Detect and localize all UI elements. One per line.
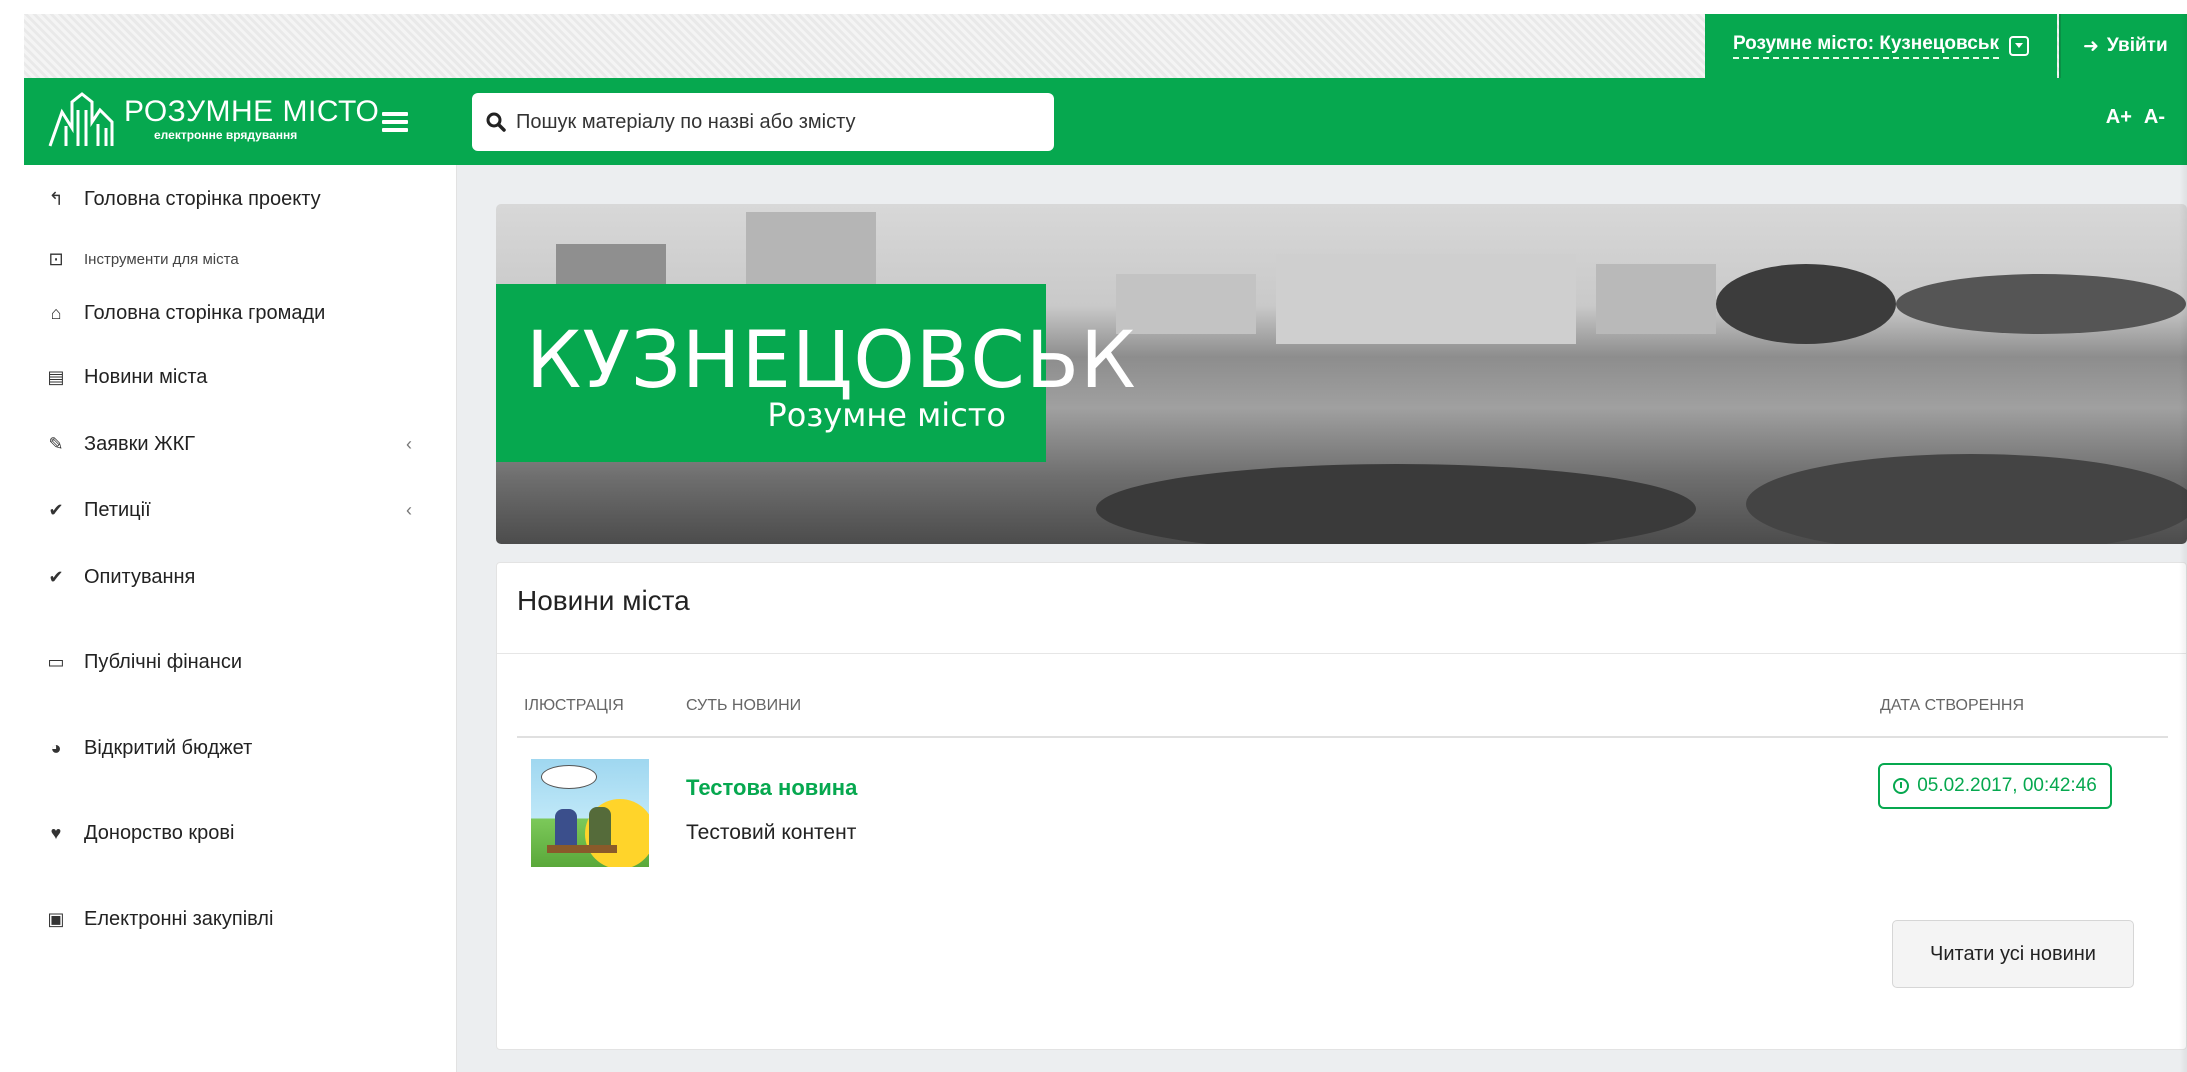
chevron-left-icon: ‹ <box>406 499 412 520</box>
clock-icon <box>1893 778 1910 794</box>
sidebar-item-label: Заявки ЖКГ <box>84 432 196 455</box>
news-thumbnail[interactable] <box>531 759 649 867</box>
news-card-title: Новини міста <box>517 585 690 616</box>
sidebar-item-open-budget[interactable]: ◕ Відкритий бюджет <box>24 718 457 778</box>
search-icon <box>486 112 506 132</box>
newspaper-icon: ▤ <box>47 366 65 387</box>
sidebar: ↰ Головна сторінка проекту ⊡ Інструменти… <box>24 165 457 1072</box>
banner-title-plate: КУЗНЕЦОВСЬК Розумне місто <box>496 284 1136 462</box>
banner-trees <box>1896 274 2186 334</box>
sidebar-item-community-home[interactable]: ⌂ Головна сторінка громади <box>24 283 457 343</box>
sidebar-item-label: Донорство крові <box>84 821 235 844</box>
sidebar-item-label: Петиції <box>84 498 151 521</box>
check-icon: ✔ <box>48 499 64 520</box>
banner-trees <box>1746 454 2187 544</box>
divider <box>497 653 2186 654</box>
sidebar-item-city-news[interactable]: ▤ Новини міста <box>24 347 457 407</box>
caret-square-down-icon <box>2009 36 2030 56</box>
thumbnail-speech-bubble <box>541 765 597 789</box>
sign-in-icon: ➜ <box>2083 35 2099 57</box>
sidebar-item-label: Відкритий бюджет <box>84 736 253 759</box>
check-icon: ✔ <box>48 566 64 587</box>
wrench-icon: ✎ <box>48 433 64 454</box>
home-icon: ⌂ <box>50 302 62 323</box>
sidebar-item-label: Електронні закупівлі <box>84 907 274 930</box>
menu-toggle-icon[interactable] <box>382 112 408 132</box>
sidebar-item-city-tools[interactable]: ⊡ Інструменти для міста <box>24 229 457 289</box>
sidebar-item-label: Інструменти для міста <box>84 250 239 268</box>
news-card: Новини міста ІЛЮСТРАЦІЯ СУТЬ НОВИНИ ДАТА… <box>496 562 2187 1050</box>
sidebar-item-blood-donation[interactable]: ♥ Донорство крові <box>24 803 457 863</box>
thumbnail-figure <box>589 807 611 847</box>
thumbnail-figure <box>555 809 577 849</box>
font-size-controls: A+ A- <box>2106 106 2165 129</box>
sidebar-item-label: Публічні фінанси <box>84 650 243 673</box>
city-banner: КУЗНЕЦОВСЬК Розумне місто <box>496 204 2187 544</box>
column-header-date: ДАТА СТВОРЕННЯ <box>1880 697 2025 714</box>
reply-icon: ↰ <box>48 188 64 209</box>
column-header-illustration: ІЛЮСТРАЦІЯ <box>524 697 624 714</box>
sidebar-item-e-procurement[interactable]: ▣ Електронні закупівлі <box>24 889 457 949</box>
column-header-summary: СУТЬ НОВИНИ <box>686 697 802 714</box>
logo-subtitle: електронне врядування <box>154 128 298 142</box>
banner-building <box>1596 264 1716 334</box>
sidebar-item-label: Опитування <box>84 565 196 588</box>
banner-city-name: КУЗНЕЦОВСЬК <box>526 316 1137 406</box>
search-box[interactable] <box>472 93 1054 151</box>
table-header-divider <box>517 736 2168 738</box>
login-label: Увійти <box>2106 35 2168 56</box>
chevron-left-icon: ‹ <box>406 433 412 454</box>
news-item-body: Тестовий контент <box>686 821 857 844</box>
city-buildings-logo-icon <box>48 92 114 147</box>
sidebar-item-label: Головна сторінка громади <box>84 301 326 324</box>
city-select-label: Розумне місто: Кузнецовськ <box>1732 33 2000 59</box>
font-increase-button[interactable]: A+ <box>2106 106 2132 129</box>
logo-title: РОЗУМНЕ МІСТО <box>124 95 380 128</box>
browser-page: Розумне місто: Кузнецовськ ➜ Увійти РОЗУ… <box>24 14 2187 1072</box>
banner-tagline: Розумне місто <box>767 396 1006 434</box>
logo[interactable]: РОЗУМНЕ МІСТО електронне врядування <box>48 92 379 148</box>
pie-chart-icon: ◕ <box>50 737 62 758</box>
sidebar-item-label: Новини міста <box>84 365 208 388</box>
thumbnail-bench <box>547 845 617 853</box>
sidebar-item-project-home[interactable]: ↰ Головна сторінка проекту <box>24 169 457 229</box>
read-all-news-button[interactable]: Читати усі новини <box>1892 920 2134 988</box>
top-strip: Розумне місто: Кузнецовськ ➜ Увійти <box>24 14 2187 78</box>
banner-building <box>1276 254 1576 344</box>
caret-square-icon: ⊡ <box>48 248 64 269</box>
page-edge-shadow <box>2179 14 2187 1072</box>
font-decrease-button[interactable]: A- <box>2144 106 2165 129</box>
sidebar-item-public-finance[interactable]: ▭ Публічні фінанси <box>24 632 457 692</box>
news-date-badge: 05.02.2017, 00:42:46 <box>1878 763 2112 809</box>
city-select[interactable]: Розумне місто: Кузнецовськ <box>1705 14 2057 78</box>
banner-trees <box>1096 464 1696 544</box>
header: РОЗУМНЕ МІСТО електронне врядування A+ A… <box>24 78 2187 165</box>
money-icon: ▣ <box>47 908 65 929</box>
credit-card-icon: ▭ <box>47 651 65 672</box>
sidebar-item-housing-requests[interactable]: ✎ Заявки ЖКГ ‹ <box>24 414 457 474</box>
sidebar-item-polls[interactable]: ✔ Опитування <box>24 547 457 607</box>
news-item-title-link[interactable]: Тестова новина <box>686 775 857 801</box>
banner-building <box>1116 274 1256 334</box>
banner-trees <box>1716 264 1896 344</box>
news-date: 05.02.2017, 00:42:46 <box>1917 775 2097 796</box>
heartbeat-icon: ♥ <box>50 822 62 843</box>
search-input[interactable] <box>516 110 1036 134</box>
sidebar-item-label: Головна сторінка проекту <box>84 187 321 210</box>
login-button[interactable]: ➜ Увійти <box>2059 14 2187 78</box>
sidebar-item-petitions[interactable]: ✔ Петиції ‹ <box>24 480 457 540</box>
